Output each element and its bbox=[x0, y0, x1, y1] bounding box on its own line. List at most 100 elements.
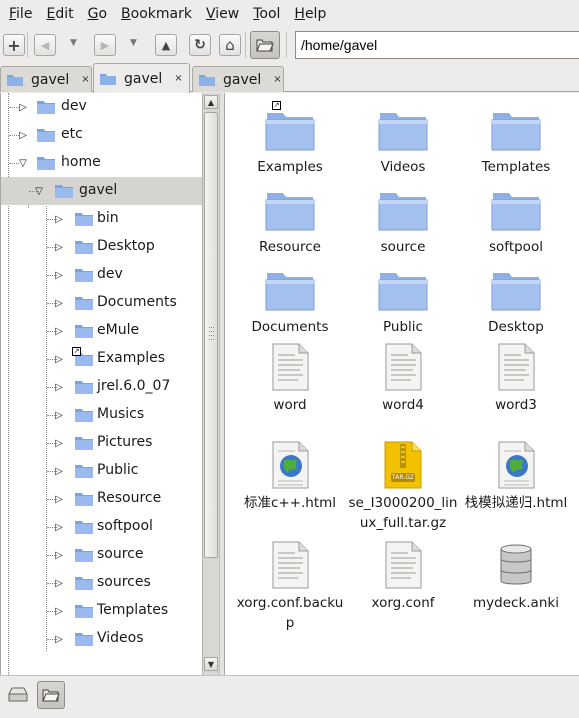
file-item[interactable]: xorg.conf bbox=[347, 541, 459, 613]
tree-item-home[interactable]: ▽ home bbox=[1, 149, 202, 177]
expand-triangle-icon[interactable]: ▷ bbox=[17, 101, 29, 113]
folder-item[interactable]: Documents bbox=[234, 265, 346, 337]
menu-file[interactable]: File bbox=[4, 0, 37, 28]
tree-item-source[interactable]: ▷ source bbox=[1, 541, 202, 569]
expand-triangle-icon[interactable]: ▷ bbox=[53, 409, 65, 421]
menu-go[interactable]: Go bbox=[83, 0, 112, 28]
file-item[interactable]: mydeck.anki bbox=[460, 541, 572, 613]
home-button[interactable]: ⌂ bbox=[219, 34, 241, 56]
places-pane-button[interactable] bbox=[4, 681, 32, 709]
tree-item-desktop[interactable]: ▷ Desktop bbox=[1, 233, 202, 261]
tree-item-examples[interactable]: ▷ ↗ Examples bbox=[1, 345, 202, 373]
menu-edit[interactable]: Edit bbox=[41, 0, 78, 28]
expand-triangle-icon[interactable]: ▷ bbox=[53, 633, 65, 645]
back-button[interactable]: ◀ bbox=[34, 34, 56, 56]
folder-icon bbox=[75, 520, 93, 534]
menu-bookmark[interactable]: Bookmark bbox=[116, 0, 197, 28]
expand-triangle-icon[interactable]: ▷ bbox=[53, 381, 65, 393]
menu-mnemonic: G bbox=[87, 6, 99, 22]
tree-item-label: source bbox=[97, 546, 144, 562]
menu-help[interactable]: Help bbox=[289, 0, 331, 28]
tree-item-dev[interactable]: ▷ dev bbox=[1, 261, 202, 289]
scroll-down-button[interactable]: ▼ bbox=[204, 657, 218, 671]
expand-triangle-icon[interactable]: ▷ bbox=[53, 213, 65, 225]
file-name-label: source bbox=[380, 239, 426, 255]
expand-triangle-icon[interactable]: ▷ bbox=[53, 493, 65, 505]
up-button[interactable]: ▲ bbox=[155, 34, 177, 56]
close-icon[interactable]: × bbox=[174, 73, 182, 84]
menu-tool[interactable]: Tool bbox=[248, 0, 285, 28]
tab-gavel-3[interactable]: gavel × bbox=[192, 66, 284, 92]
collapse-triangle-icon[interactable]: ▽ bbox=[33, 185, 45, 197]
tab-gavel-1[interactable]: gavel × bbox=[0, 66, 92, 92]
file-item[interactable]: 标准c++.html bbox=[234, 441, 346, 513]
tree-item-softpool[interactable]: ▷ softpool bbox=[1, 513, 202, 541]
collapse-triangle-icon[interactable]: ▽ bbox=[17, 157, 29, 169]
tree-item-emule[interactable]: ▷ eMule bbox=[1, 317, 202, 345]
new-tab-button[interactable]: + bbox=[3, 34, 25, 56]
file-item[interactable]: TAR.GZ se_I3000200_linux_full.tar.gz bbox=[347, 441, 459, 533]
folder-item[interactable]: ↗ Examples bbox=[234, 101, 346, 177]
close-icon[interactable]: × bbox=[273, 74, 281, 85]
expand-triangle-icon[interactable]: ▷ bbox=[53, 437, 65, 449]
menu-view[interactable]: View bbox=[201, 0, 244, 28]
tree-item-documents[interactable]: ▷ Documents bbox=[1, 289, 202, 317]
folder-icon bbox=[199, 74, 215, 86]
file-item[interactable]: word bbox=[234, 343, 346, 415]
back-history-dropdown[interactable]: ▼ bbox=[70, 38, 77, 48]
file-name-label: softpool bbox=[489, 239, 543, 255]
tab-bar: gavel × gavel × gavel × bbox=[0, 62, 579, 93]
forward-button[interactable]: ▶ bbox=[94, 34, 116, 56]
html-file-icon bbox=[486, 441, 546, 493]
close-icon[interactable]: × bbox=[81, 74, 89, 85]
expand-triangle-icon[interactable]: ▷ bbox=[53, 465, 65, 477]
menu-label: o bbox=[98, 6, 108, 22]
tree-item-label: softpool bbox=[97, 518, 153, 534]
expand-triangle-icon[interactable]: ▷ bbox=[53, 605, 65, 617]
file-item[interactable]: word3 bbox=[460, 343, 572, 415]
tree-item-sources[interactable]: ▷ sources bbox=[1, 569, 202, 597]
file-item[interactable]: 栈模拟递归.html bbox=[460, 441, 572, 513]
scroll-thumb[interactable] bbox=[204, 112, 218, 558]
folder-item[interactable]: Public bbox=[347, 265, 459, 337]
tree-item-musics[interactable]: ▷ Musics bbox=[1, 401, 202, 429]
expand-triangle-icon[interactable]: ▷ bbox=[53, 325, 65, 337]
tree-item-public[interactable]: ▷ Public bbox=[1, 457, 202, 485]
folder-item[interactable]: Resource bbox=[234, 185, 346, 257]
folder-item[interactable]: Templates bbox=[460, 105, 572, 177]
file-item[interactable]: xorg.conf.backup bbox=[234, 541, 346, 633]
file-name-label: Resource bbox=[259, 239, 321, 255]
file-item[interactable]: word4 bbox=[347, 343, 459, 415]
expand-triangle-icon[interactable]: ▷ bbox=[53, 297, 65, 309]
tab-gavel-2[interactable]: gavel × bbox=[93, 63, 190, 93]
tree-item-dev[interactable]: ▷ dev bbox=[1, 93, 202, 121]
expand-triangle-icon[interactable]: ▷ bbox=[53, 241, 65, 253]
tree-item-label: Pictures bbox=[97, 434, 153, 450]
expand-triangle-icon[interactable]: ▷ bbox=[17, 129, 29, 141]
expand-triangle-icon[interactable]: ▷ bbox=[53, 269, 65, 281]
expand-triangle-icon[interactable]: ▷ bbox=[53, 549, 65, 561]
back-arrow-icon: ◀ bbox=[40, 38, 50, 52]
location-bar[interactable] bbox=[295, 31, 579, 59]
tree-item-pictures[interactable]: ▷ Pictures bbox=[1, 429, 202, 457]
directory-tree-pane-button[interactable] bbox=[37, 681, 65, 709]
expand-triangle-icon[interactable]: ▷ bbox=[53, 353, 65, 365]
reload-button[interactable]: ↻ bbox=[189, 34, 211, 56]
open-folder-button[interactable] bbox=[250, 31, 280, 59]
expand-triangle-icon[interactable]: ▷ bbox=[53, 577, 65, 589]
tree-item-gavel[interactable]: ▽ gavel bbox=[1, 177, 202, 205]
folder-item[interactable]: source bbox=[347, 185, 459, 257]
tree-item-bin[interactable]: ▷ bin bbox=[1, 205, 202, 233]
tree-item-resource[interactable]: ▷ Resource bbox=[1, 485, 202, 513]
folder-item[interactable]: softpool bbox=[460, 185, 572, 257]
folder-item[interactable]: Desktop bbox=[460, 265, 572, 337]
tree-item-etc[interactable]: ▷ etc bbox=[1, 121, 202, 149]
scroll-up-button[interactable]: ▲ bbox=[204, 95, 218, 109]
tree-item-templates[interactable]: ▷ Templates bbox=[1, 597, 202, 625]
folder-item[interactable]: Videos bbox=[347, 105, 459, 177]
tree-item-videos[interactable]: ▷ Videos bbox=[1, 625, 202, 653]
forward-history-dropdown[interactable]: ▼ bbox=[130, 38, 137, 48]
expand-triangle-icon[interactable]: ▷ bbox=[53, 521, 65, 533]
tree-scrollbar[interactable]: ▲ ▼ bbox=[202, 93, 219, 675]
tree-item-jrel-6-0-07[interactable]: ▷ jrel.6.0_07 bbox=[1, 373, 202, 401]
